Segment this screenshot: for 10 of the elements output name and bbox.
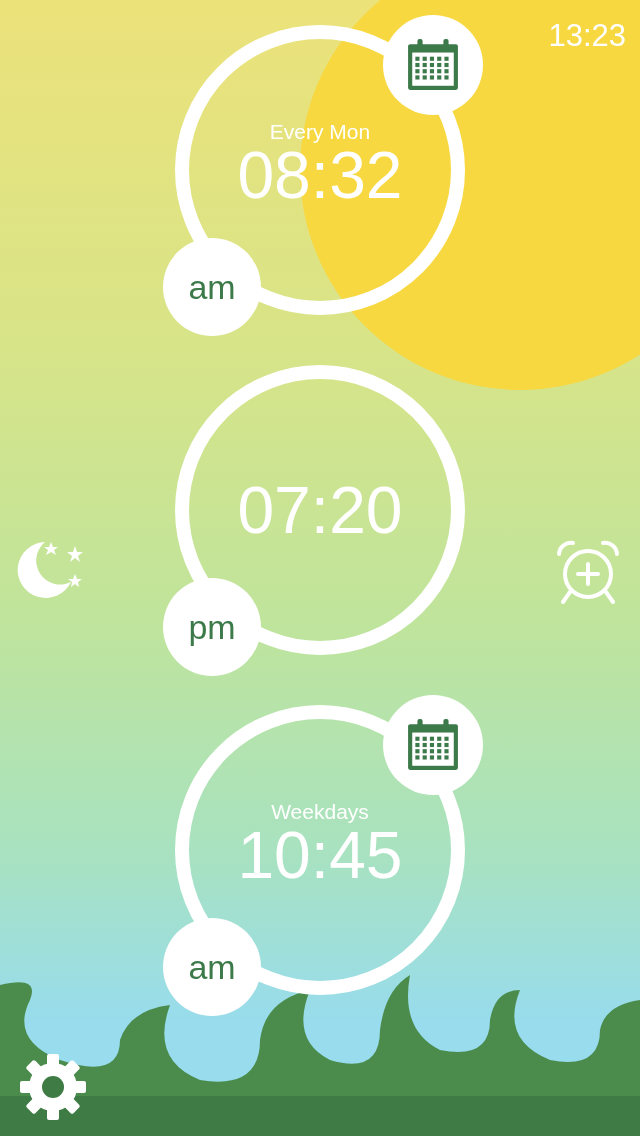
settings-icon[interactable] [18,1052,88,1122]
period-button[interactable]: am [163,238,261,336]
period-button[interactable]: am [163,918,261,1016]
repeat-label: Weekdays [271,800,369,822]
period-button[interactable]: pm [163,578,261,676]
repeat-label: Every Mon [269,120,371,142]
clock-time: 13:23 [548,18,626,54]
calendar-icon [406,39,460,91]
calendar-icon [406,719,460,771]
alarm-time: 07:20 [237,477,403,543]
